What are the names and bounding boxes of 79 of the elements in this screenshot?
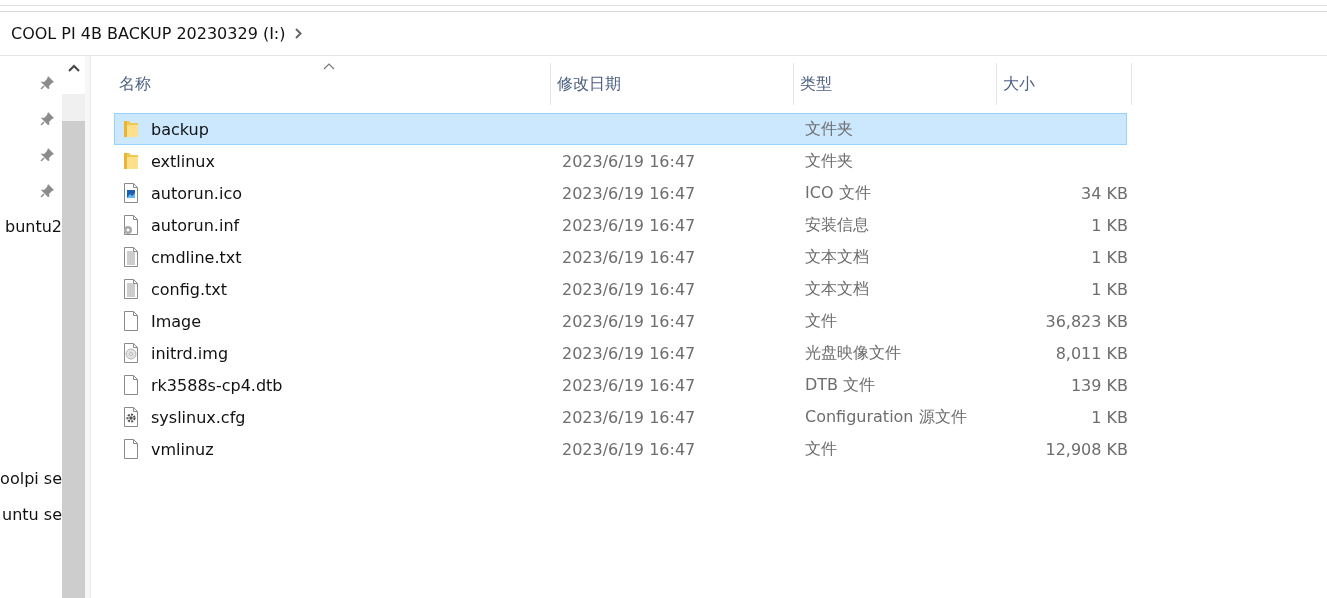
file-name: Image bbox=[151, 311, 202, 331]
modified-date: 2023/6/19 16:47 bbox=[562, 183, 696, 203]
file-type: ICO 文件 bbox=[805, 182, 871, 202]
file-row[interactable]: config.txt 2023/6/19 16:47 文本文档 1 KB bbox=[114, 273, 1127, 305]
nav-item[interactable]: untu se bbox=[2, 504, 62, 524]
text-file-icon bbox=[123, 278, 139, 300]
modified-date: 2023/6/19 16:47 bbox=[562, 375, 696, 395]
file-row[interactable]: cmdline.txt 2023/6/19 16:47 文本文档 1 KB bbox=[114, 241, 1127, 273]
file-type: Configuration 源文件 bbox=[805, 406, 967, 426]
file-name: config.txt bbox=[151, 279, 228, 299]
folder-icon bbox=[123, 152, 139, 170]
file-size: 12,908 KB bbox=[1045, 439, 1128, 459]
gear-file-icon bbox=[123, 406, 139, 428]
column-header[interactable]: 名称 bbox=[113, 63, 551, 105]
file-name: backup bbox=[151, 119, 209, 139]
file-row[interactable]: backup 文件夹 bbox=[114, 113, 1127, 145]
file-name: autorun.inf bbox=[151, 215, 240, 235]
file-name: syslinux.cfg bbox=[151, 407, 246, 427]
file-size: 1 KB bbox=[1091, 215, 1128, 235]
file-row[interactable]: autorun.ico 2023/6/19 16:47 ICO 文件 34 KB bbox=[114, 177, 1127, 209]
file-name: cmdline.txt bbox=[151, 247, 242, 267]
file-row[interactable]: syslinux.cfg 2023/6/19 16:47 Configuration 源文件 1 KB bbox=[114, 401, 1127, 433]
file-icon bbox=[123, 374, 139, 396]
file-type: 文件夹 bbox=[805, 118, 853, 138]
file-size: 1 KB bbox=[1091, 279, 1128, 299]
file-size: 36,823 KB bbox=[1045, 311, 1128, 331]
file-name: extlinux bbox=[151, 151, 215, 171]
file-size: 1 KB bbox=[1091, 407, 1128, 427]
folder-icon bbox=[123, 120, 139, 138]
file-name: initrd.img bbox=[151, 343, 229, 363]
file-icon bbox=[123, 310, 139, 332]
file-row[interactable]: initrd.img 2023/6/19 16:47 光盘映像文件 8,011 KB bbox=[114, 337, 1127, 369]
column-header[interactable]: 大小 bbox=[997, 63, 1132, 105]
file-size: 8,011 KB bbox=[1055, 343, 1128, 363]
file-type: 文本文档 bbox=[805, 278, 869, 298]
file-type: 文件夹 bbox=[805, 150, 853, 170]
file-name: vmlinuz bbox=[151, 439, 214, 459]
file-type: 光盘映像文件 bbox=[805, 342, 901, 362]
text-file-icon bbox=[123, 246, 139, 268]
nav-item[interactable]: oolpi se bbox=[0, 468, 62, 488]
file-name: rk3588s-cp4.dtb bbox=[151, 375, 283, 395]
pin-icon[interactable] bbox=[40, 182, 55, 198]
file-size: 1 KB bbox=[1091, 247, 1128, 267]
pin-icon[interactable] bbox=[40, 74, 55, 90]
modified-date: 2023/6/19 16:47 bbox=[562, 215, 696, 235]
disc-file-icon bbox=[123, 342, 139, 364]
breadcrumb-item[interactable]: COOL PI 4B BACKUP 20230329 (I:) bbox=[11, 24, 286, 43]
file-row[interactable]: rk3588s-cp4.dtb 2023/6/19 16:47 DTB 文件 139 KB bbox=[114, 369, 1127, 401]
settings-file-icon bbox=[123, 214, 139, 236]
file-size: 34 KB bbox=[1081, 183, 1128, 203]
scrollbar[interactable] bbox=[62, 56, 85, 598]
chevron-right-icon[interactable] bbox=[294, 28, 302, 39]
modified-date: 2023/6/19 16:47 bbox=[562, 247, 696, 267]
modified-date: 2023/6/19 16:47 bbox=[562, 151, 696, 171]
modified-date: 2023/6/19 16:47 bbox=[562, 343, 696, 363]
file-row[interactable]: autorun.inf 2023/6/19 16:47 安装信息 1 KB bbox=[114, 209, 1127, 241]
file-type: DTB 文件 bbox=[805, 374, 876, 394]
column-header[interactable]: 修改日期 bbox=[551, 63, 794, 105]
modified-date: 2023/6/19 16:47 bbox=[562, 439, 696, 459]
file-row[interactable]: Image 2023/6/19 16:47 文件 36,823 KB bbox=[114, 305, 1127, 337]
file-type: 文件 bbox=[805, 310, 837, 330]
modified-date: 2023/6/19 16:47 bbox=[562, 311, 696, 331]
file-type: 文本文档 bbox=[805, 246, 869, 266]
image-file-icon bbox=[123, 182, 139, 204]
nav-item[interactable]: buntu2 bbox=[4, 216, 62, 236]
file-icon bbox=[123, 438, 139, 460]
pin-icon[interactable] bbox=[40, 146, 55, 162]
pin-icon[interactable] bbox=[40, 110, 55, 126]
file-size: 139 KB bbox=[1070, 375, 1128, 395]
sort-caret-icon bbox=[323, 63, 335, 70]
modified-date: 2023/6/19 16:47 bbox=[562, 279, 696, 299]
file-type: 文件 bbox=[805, 438, 837, 458]
file-name: autorun.ico bbox=[151, 183, 242, 203]
file-row[interactable]: extlinux 2023/6/19 16:47 文件夹 bbox=[114, 145, 1127, 177]
scroll-up-icon[interactable] bbox=[67, 64, 80, 72]
file-row[interactable]: vmlinuz 2023/6/19 16:47 文件 12,908 KB bbox=[114, 433, 1127, 465]
modified-date: 2023/6/19 16:47 bbox=[562, 407, 696, 427]
column-header[interactable]: 类型 bbox=[794, 63, 997, 105]
file-type: 安装信息 bbox=[805, 214, 869, 234]
